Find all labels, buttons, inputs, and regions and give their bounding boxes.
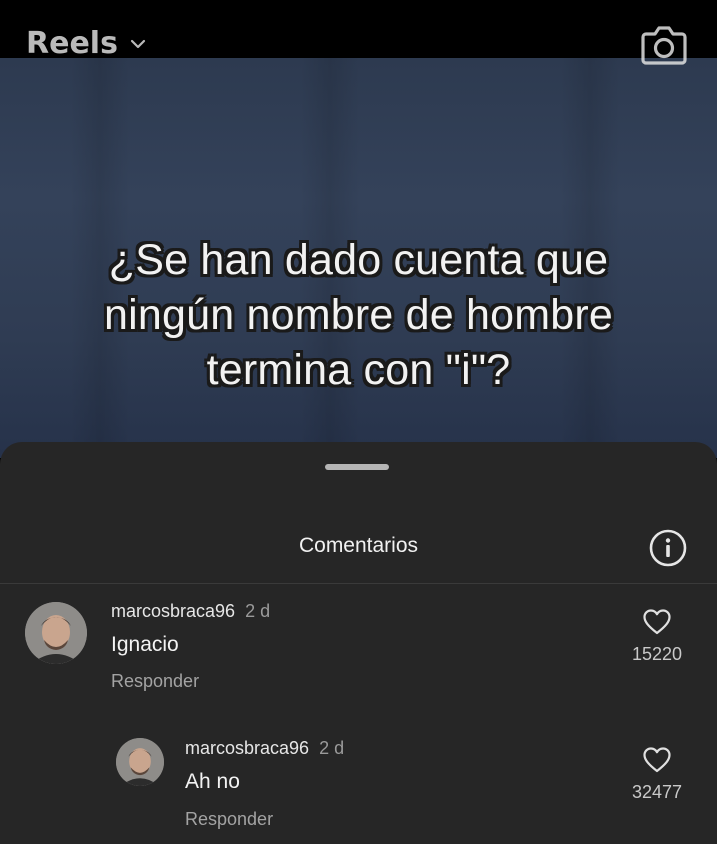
- reply-time: 2 d: [319, 738, 345, 758]
- caption-line: ningún nombre de hombre: [104, 291, 613, 339]
- caption-line: termina con "i"?: [206, 346, 511, 394]
- reply-button[interactable]: Responder: [185, 808, 273, 830]
- reels-screen: Reels ¿Se han dado cuenta que ningún nom…: [0, 0, 717, 844]
- comment-item: marcosbraca96 2 d Ignacio Responder 15220: [0, 600, 717, 710]
- top-bar: Reels: [0, 0, 717, 65]
- reply-item: marcosbraca96 2 d Ah no Responder 32477: [0, 737, 717, 844]
- like-control: 32477: [617, 747, 697, 803]
- avatar[interactable]: [116, 738, 164, 786]
- like-count: 15220: [631, 644, 683, 664]
- drag-handle[interactable]: [325, 464, 389, 470]
- reply-button[interactable]: Responder: [111, 670, 199, 692]
- comment-text: Ignacio: [111, 633, 179, 656]
- reels-dropdown[interactable]: Reels: [26, 26, 148, 62]
- divider: [0, 583, 717, 584]
- comments-sheet: Comentarios marcosbraca96 2 d Ignacio Re…: [0, 442, 717, 844]
- comment-username[interactable]: marcosbraca96: [111, 601, 235, 621]
- heart-icon[interactable]: [643, 609, 671, 635]
- like-control: 15220: [617, 609, 697, 665]
- reel-video[interactable]: ¿Se han dado cuenta que ningún nombre de…: [0, 58, 717, 458]
- avatar-image: [25, 602, 87, 664]
- reply-text: Ah no: [185, 770, 240, 793]
- heart-icon[interactable]: [643, 747, 671, 773]
- caption-line: ¿Se han dado cuenta que: [108, 236, 609, 284]
- reply-username[interactable]: marcosbraca96: [185, 738, 309, 758]
- like-count: 32477: [631, 782, 683, 802]
- reels-title: Reels: [26, 26, 118, 61]
- video-caption: ¿Se han dado cuenta que ningún nombre de…: [0, 233, 717, 398]
- comment-meta: marcosbraca96 2 d: [111, 600, 270, 622]
- sheet-title: Comentarios: [298, 534, 419, 557]
- comment-time: 2 d: [245, 601, 271, 621]
- reply-meta: marcosbraca96 2 d: [185, 737, 344, 759]
- camera-icon[interactable]: [640, 22, 688, 66]
- avatar-image: [116, 738, 164, 786]
- chevron-down-icon: [130, 39, 146, 49]
- avatar[interactable]: [25, 602, 87, 664]
- info-icon[interactable]: [648, 528, 688, 568]
